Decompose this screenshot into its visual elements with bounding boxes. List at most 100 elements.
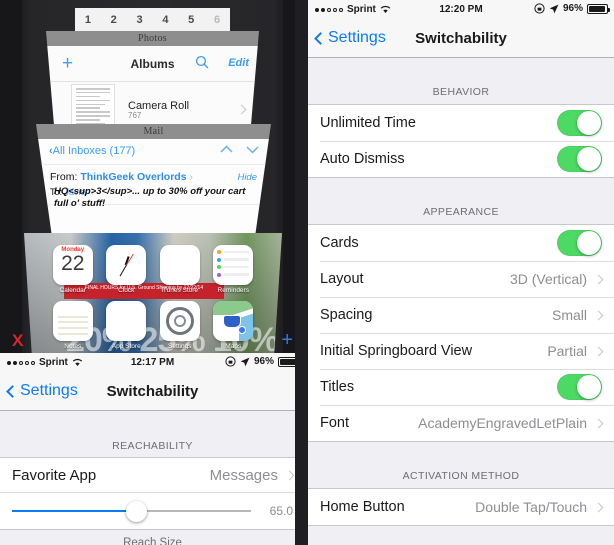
mail-from-value[interactable]: ThinkGeek Overlords xyxy=(80,171,186,183)
status-bar-right: 96% xyxy=(534,3,610,14)
card-title-photos: Photos xyxy=(46,31,259,46)
app-store-icon: A xyxy=(106,301,147,341)
page-number[interactable]: 4 xyxy=(162,14,168,26)
app-label: App Store xyxy=(111,343,141,350)
page-number[interactable]: 1 xyxy=(85,14,91,26)
mail-back-button[interactable]: ‹All Inboxes (177) xyxy=(49,145,135,157)
add-card-button[interactable]: + xyxy=(281,330,293,350)
row-value: AcademyEngravedLetPlain xyxy=(418,415,587,431)
toggle-unlimited-time[interactable] xyxy=(557,110,602,136)
reach-size-slider[interactable] xyxy=(12,500,251,522)
row-layout[interactable]: Layout 3D (Vertical) xyxy=(308,261,614,297)
app-icon-reminders[interactable]: Reminders xyxy=(213,245,254,294)
row-spacing[interactable]: Spacing Small xyxy=(308,297,614,333)
switcher-card-photos[interactable]: Photos + Albums Edit Camera Roll 767 xyxy=(46,31,259,131)
row-cards[interactable]: Cards xyxy=(308,225,614,261)
app-label: Maps xyxy=(225,343,242,350)
group-appearance: Cards Layout 3D (Vertical) Spacing Small… xyxy=(308,224,614,442)
app-icon-settings[interactable]: Settings xyxy=(159,301,200,350)
app-label: iTunes Store xyxy=(161,287,199,294)
row-label: Font xyxy=(320,415,350,431)
springboard-page-indicator[interactable]: 1 2 3 4 5 6 xyxy=(0,8,305,32)
status-bar: Sprint 12:20 PM 96% xyxy=(308,0,614,20)
album-thumbnail xyxy=(71,84,115,128)
app-icon-itunes-store[interactable]: ♫ iTunes Store xyxy=(159,245,200,294)
toggle-cards[interactable] xyxy=(557,230,602,256)
reminders-icon xyxy=(213,245,254,285)
springboard-row-2: Notes A App Store Settings Maps xyxy=(24,301,282,350)
section-footer-reach-size: Reach Size xyxy=(123,537,182,545)
close-all-button[interactable]: X xyxy=(12,331,23,351)
switcher-card-mail[interactable]: Mail ‹All Inboxes (177) From: ThinkGeek … xyxy=(36,124,271,240)
group-activation-method: Home Button Double Tap/Touch xyxy=(308,488,614,526)
row-favorite-app[interactable]: Favorite App Messages xyxy=(0,457,305,492)
chevron-right-icon xyxy=(284,470,295,480)
row-auto-dismiss[interactable]: Auto Dismiss xyxy=(308,141,614,177)
switcher-card-springboard[interactable]: 20% 25% 10% FINAL HOURS for U.S. Ground … xyxy=(24,233,282,353)
section-header-appearance: APPEARANCE xyxy=(308,178,614,224)
chevron-right-icon xyxy=(593,274,604,284)
left-settings-view: Sprint 12:17 PM 96% Settings Switchabili… xyxy=(0,353,305,545)
row-label: Cards xyxy=(320,235,359,251)
row-titles[interactable]: Titles xyxy=(308,369,614,405)
row-reach-size-slider[interactable]: 65.0 xyxy=(0,492,305,530)
gear-icon xyxy=(159,301,200,341)
page-number-list: 1 2 3 4 5 6 xyxy=(75,8,230,32)
mail-hide-button[interactable]: Hide xyxy=(237,172,257,183)
chevron-down-icon xyxy=(246,146,259,154)
app-icon-calendar[interactable]: Monday 22 Calendar xyxy=(52,245,93,294)
page-number[interactable]: 5 xyxy=(188,14,194,26)
row-label: Layout xyxy=(320,271,364,287)
row-value: Double Tap/Touch xyxy=(475,499,587,515)
app-icon-clock[interactable]: Clock xyxy=(106,245,147,294)
slider-fill xyxy=(12,510,137,512)
row-value: 3D (Vertical) xyxy=(509,271,587,287)
chevron-right-icon xyxy=(593,346,604,356)
app-label: Clock xyxy=(118,287,135,294)
app-label: Notes xyxy=(64,343,82,350)
status-bar: Sprint 12:17 PM 96% xyxy=(0,353,305,373)
app-switcher[interactable]: 1 2 3 4 5 6 Photos + Albums Edit Camera … xyxy=(0,0,305,353)
row-label: Auto Dismiss xyxy=(320,151,405,167)
app-label: Settings xyxy=(168,343,192,350)
chevron-right-icon xyxy=(593,418,604,428)
app-icon-maps[interactable]: Maps xyxy=(213,301,254,350)
row-label: Spacing xyxy=(320,307,373,323)
search-icon[interactable] xyxy=(195,55,209,69)
springboard-icon-grid: Monday 22 Calendar Clock ♫ iTunes Store … xyxy=(24,233,282,353)
chevron-right-icon xyxy=(593,502,604,512)
toggle-titles[interactable] xyxy=(557,374,602,400)
nav-bar: Settings Switchability xyxy=(308,20,614,58)
battery-icon xyxy=(587,3,610,14)
rotation-lock-icon xyxy=(534,3,545,14)
section-header-behavior: BEHAVIOR xyxy=(308,58,614,104)
panel-divider xyxy=(295,0,308,545)
page-number[interactable]: 3 xyxy=(137,14,143,26)
row-label: Initial Springboard View xyxy=(320,343,473,359)
row-home-button[interactable]: Home Button Double Tap/Touch xyxy=(308,489,614,525)
slider-knob[interactable] xyxy=(125,500,147,522)
mail-back-label: All Inboxes (177) xyxy=(52,145,136,157)
row-unlimited-time[interactable]: Unlimited Time xyxy=(308,105,614,141)
status-bar-right: 96% xyxy=(225,356,301,367)
app-icon-notes[interactable]: Notes xyxy=(52,301,93,350)
page-number[interactable]: 2 xyxy=(111,14,117,26)
slider-value: 65.0 xyxy=(269,504,293,518)
toggle-auto-dismiss[interactable] xyxy=(557,146,602,172)
app-icon-app-store[interactable]: A App Store xyxy=(106,301,147,350)
page-title: Switchability xyxy=(415,30,507,47)
mail-nav-arrows[interactable] xyxy=(220,145,259,154)
photos-edit-button[interactable]: Edit xyxy=(228,57,249,69)
photos-navbar: + Albums Edit xyxy=(46,46,259,82)
row-label: Home Button xyxy=(320,499,405,515)
mail-from-label: From: xyxy=(50,171,78,183)
clock-icon xyxy=(106,245,147,285)
switcher-left-shade xyxy=(0,0,22,353)
row-initial-springboard-view[interactable]: Initial Springboard View Partial xyxy=(308,333,614,369)
row-font[interactable]: Font AcademyEngravedLetPlain xyxy=(308,405,614,441)
photos-title: Albums xyxy=(130,57,175,71)
screenshot-root: 1 2 3 4 5 6 Photos + Albums Edit Camera … xyxy=(0,0,614,545)
row-value: Messages xyxy=(209,466,278,484)
photos-album-row[interactable]: Camera Roll 767 xyxy=(46,82,259,130)
page-number[interactable]: 6 xyxy=(214,14,220,26)
